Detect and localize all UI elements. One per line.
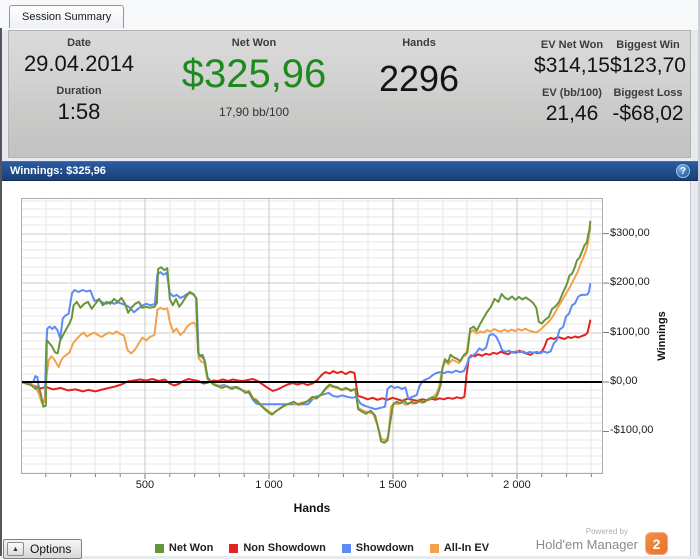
brand-name: Hold'em Manager: [535, 537, 638, 552]
winnings-plot-svg[interactable]: [20, 198, 613, 482]
date-label: Date: [67, 37, 91, 49]
legend-label: Showdown: [355, 542, 414, 554]
net-won-label: Net Won: [231, 37, 277, 49]
date-value: 29.04.2014: [23, 51, 135, 76]
legend-label: All-In EV: [443, 542, 490, 554]
legend-swatch-icon: [154, 543, 164, 553]
biggest-win-value: $123,70: [610, 54, 686, 77]
y-tick-label: $0,00: [610, 375, 638, 387]
session-stats-panel: Date 29.04.2014 Duration 1:58 Net Won $3…: [8, 30, 691, 158]
legend-label: Net Won: [168, 542, 214, 554]
stats-col-biggest: Biggest Win $123,70 Biggest Loss -$68,02: [604, 31, 692, 127]
legend-item-showdown: Showdown: [341, 542, 414, 554]
non-showdown-line: [20, 319, 592, 402]
winnings-bar-title: Winnings: $325,96: [10, 165, 106, 177]
legend-label: Non Showdown: [243, 542, 326, 554]
powered-by-text: Powered by: [585, 527, 628, 536]
legend-swatch-icon: [229, 543, 239, 553]
legend-item-non-showdown: Non Showdown: [229, 542, 326, 554]
y-tick-label: -$100,00: [610, 424, 654, 437]
winnings-chart-panel: Winnings Hands Net Won Non Showdown Showdo…: [2, 181, 691, 559]
options-button[interactable]: ▲ Options: [3, 539, 83, 559]
y-tick-label: $200,00: [610, 276, 650, 289]
x-axis-title: Hands: [293, 501, 331, 515]
x-tick-label: 500: [135, 479, 155, 491]
net-won-line: [20, 220, 592, 444]
stats-col-hands: Hands 2296: [344, 31, 494, 101]
winnings-header-bar: Winnings: $325,96 ?: [2, 161, 698, 181]
holdem-manager-2-logo-icon: 2: [645, 532, 668, 555]
duration-value: 1:58: [57, 99, 101, 124]
biggest-loss-label: Biggest Loss: [613, 87, 683, 99]
help-icon[interactable]: ?: [676, 164, 690, 178]
stats-col-net-won: Net Won $325,96 17,90 bb/100: [159, 31, 349, 119]
legend-swatch-icon: [429, 543, 439, 553]
hands-value: 2296: [378, 58, 460, 99]
x-tick-label: 2 000: [503, 479, 531, 491]
options-button-label: Options: [30, 542, 72, 556]
plot-area[interactable]: [20, 198, 613, 487]
legend-item-all-in-ev: All-In EV: [429, 542, 490, 554]
plot-border: [21, 198, 603, 474]
collapse-arrow-icon[interactable]: ▲: [7, 542, 24, 556]
tab-label: Session Summary: [22, 11, 112, 23]
legend-swatch-icon: [341, 543, 351, 553]
biggest-loss-value: -$68,02: [612, 102, 684, 125]
chart-legend: Net Won Non Showdown Showdown All-In EV: [92, 540, 552, 556]
x-tick-label: 1 000: [255, 479, 283, 491]
bb-rate-value: 17,90 bb/100: [218, 105, 290, 119]
all-in-ev-line: [20, 226, 592, 442]
legend-item-net-won: Net Won: [154, 542, 214, 554]
biggest-win-label: Biggest Win: [616, 39, 680, 51]
hands-label: Hands: [402, 37, 436, 49]
y-tick-label: $100,00: [610, 325, 650, 338]
x-tick-label: 1 500: [379, 479, 407, 491]
stats-col-date: Date 29.04.2014 Duration 1:58: [9, 31, 149, 125]
y-tick-label: $300,00: [610, 226, 650, 239]
net-won-value: $325,96: [181, 52, 327, 96]
tab-session-summary[interactable]: Session Summary: [9, 5, 125, 28]
duration-label: Duration: [56, 85, 102, 97]
